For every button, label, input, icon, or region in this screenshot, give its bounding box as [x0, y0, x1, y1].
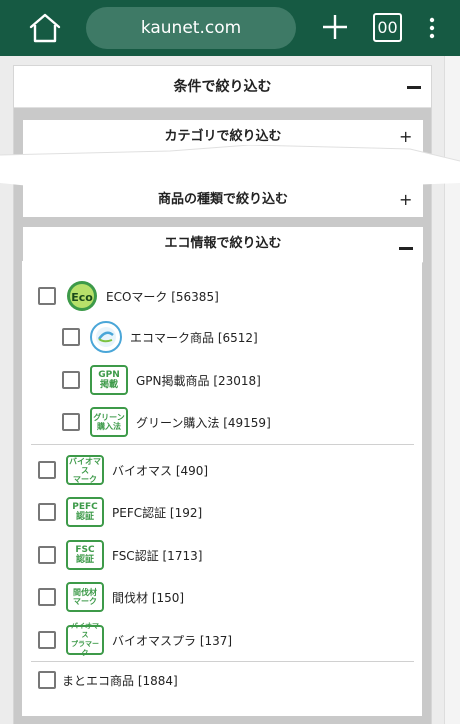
thinned-wood-icon: 間伐材 マーク — [66, 582, 104, 612]
eco-item-gpn[interactable]: GPN 掲載 GPN掲載商品 [23018] — [62, 362, 261, 398]
checkbox[interactable] — [38, 671, 56, 689]
biomass-plastic-icon: バイオマス プラマーク — [66, 622, 104, 657]
section-eco[interactable]: エコ情報で絞り込む — [23, 227, 423, 263]
eco-item-biomass-plastic[interactable]: バイオマス プラマーク バイオマスプラ [137] — [38, 622, 232, 658]
eco-item-ecomark-product[interactable]: エコマーク商品 [6512] — [62, 319, 258, 355]
filter-panel-title: 条件で絞り込む — [173, 79, 272, 95]
checkbox[interactable] — [62, 413, 80, 431]
eco-item-label: バイオマスプラ [137] — [112, 633, 233, 648]
divider — [31, 444, 414, 445]
eco-item-label: バイオマス [490] — [112, 463, 209, 478]
eco-item-thinned-wood[interactable]: 間伐材 マーク 間伐材 [150] — [38, 579, 184, 615]
checkbox[interactable] — [38, 588, 56, 606]
eco-item-label: グリーン購入法 [49159] — [136, 415, 271, 430]
browser-toolbar: kaunet.com 00 — [0, 0, 460, 56]
checkbox[interactable] — [38, 287, 56, 305]
eco-mark-product-icon — [90, 321, 122, 353]
eco-item-pefc[interactable]: PEFC 認証 PEFC認証 [192] — [38, 494, 202, 530]
eco-item-label: FSC認証 [1713] — [112, 548, 203, 563]
filter-panel-header[interactable]: 条件で絞り込む — [14, 66, 431, 108]
new-tab-icon[interactable] — [322, 14, 348, 40]
svg-text:Eco: Eco — [71, 291, 93, 304]
eco-item-matoeco[interactable]: まとエコ商品 [1884] — [38, 662, 178, 698]
checkbox[interactable] — [62, 371, 80, 389]
checkbox[interactable] — [38, 503, 56, 521]
eco-mark-icon: Eco — [67, 281, 97, 311]
checkbox[interactable] — [38, 546, 56, 564]
eco-item-label: ECOマーク [56385] — [106, 289, 219, 304]
checkbox[interactable] — [38, 631, 56, 649]
expand-icon[interactable]: + — [399, 191, 412, 209]
expand-icon[interactable]: + — [399, 128, 412, 146]
eco-item-label: GPN掲載商品 [23018] — [136, 373, 261, 388]
pefc-icon: PEFC 認証 — [66, 497, 104, 527]
eco-item-label: まとエコ商品 [1884] — [62, 673, 178, 688]
screenshot-tear — [0, 145, 460, 193]
eco-item-ecomark[interactable]: Eco ECOマーク [56385] — [38, 278, 219, 314]
collapse-icon[interactable] — [407, 86, 421, 89]
collapse-icon[interactable] — [399, 247, 413, 250]
green-purchase-icon: グリーン 購入法 — [90, 407, 128, 437]
tab-switcher-button[interactable]: 00 — [373, 13, 402, 42]
gpn-icon: GPN 掲載 — [90, 365, 128, 395]
section-eco-title: エコ情報で絞り込む — [164, 236, 282, 251]
checkbox[interactable] — [62, 328, 80, 346]
eco-item-biomass[interactable]: バイオマス マーク バイオマス [490] — [38, 452, 208, 488]
home-icon[interactable] — [28, 12, 62, 44]
eco-item-green-purchase[interactable]: グリーン 購入法 グリーン購入法 [49159] — [62, 404, 271, 440]
eco-item-label: PEFC認証 [192] — [112, 505, 203, 520]
biomass-icon: バイオマス マーク — [66, 455, 104, 485]
eco-filter-list: Eco ECOマーク [56385] エコマーク商品 [6512] GPN 掲載… — [22, 261, 422, 716]
eco-item-fsc[interactable]: FSC 認証 FSC認証 [1713] — [38, 537, 202, 573]
more-menu-icon[interactable] — [424, 16, 440, 40]
checkbox[interactable] — [38, 461, 56, 479]
url-bar[interactable]: kaunet.com — [86, 7, 296, 49]
fsc-icon: FSC 認証 — [66, 540, 104, 570]
eco-item-label: 間伐材 [150] — [112, 590, 185, 605]
eco-item-label: エコマーク商品 [6512] — [130, 330, 258, 345]
